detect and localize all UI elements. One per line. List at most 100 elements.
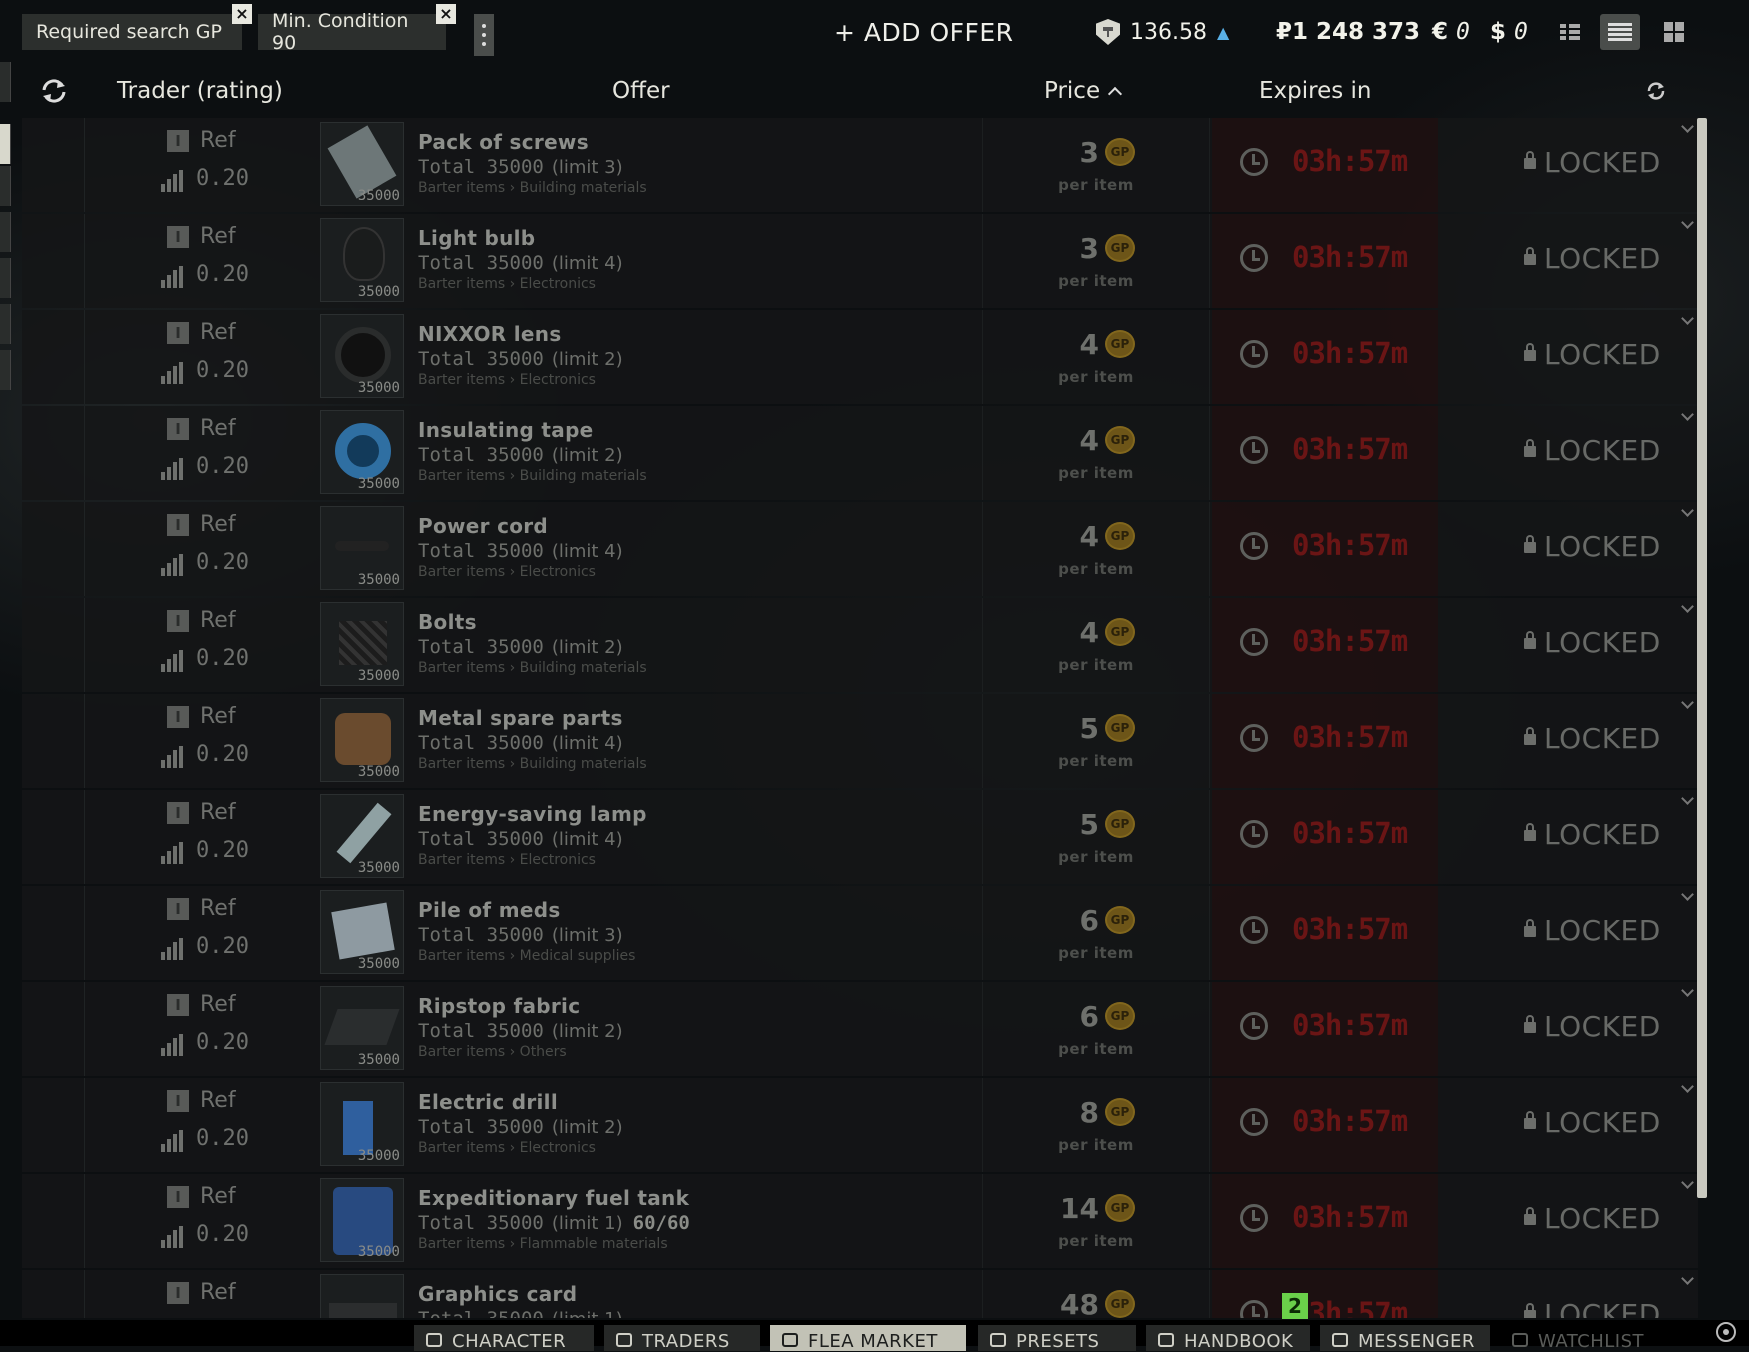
item-name[interactable]: Insulating tape	[418, 418, 594, 442]
offer-row[interactable]: I Ref 0.20 35000 Expeditionary fuel tank…	[22, 1174, 1698, 1268]
item-thumbnail[interactable]: 35000	[320, 314, 404, 398]
trader-name[interactable]: Ref	[200, 416, 236, 441]
purchase-cell[interactable]: LOCKED	[1442, 598, 1698, 692]
column-header-trader[interactable]: Trader (rating)	[117, 66, 283, 116]
offer-row[interactable]: I Ref 0.20 35000 Light bulb Total 35000 (…	[22, 214, 1698, 308]
purchase-cell[interactable]: LOCKED	[1442, 1174, 1698, 1268]
settings-icon[interactable]	[1716, 1322, 1736, 1342]
purchase-cell[interactable]: LOCKED	[1442, 1270, 1698, 1318]
list-view-button[interactable]	[1600, 14, 1640, 50]
chevron-down-icon[interactable]	[1680, 890, 1696, 904]
item-thumbnail[interactable]: 35000	[320, 602, 404, 686]
auto-refresh-icon[interactable]	[1644, 66, 1668, 116]
offer-row[interactable]: I Ref 0.20 35000 Pack of screws Total 35…	[22, 118, 1698, 212]
column-header-expires[interactable]: Expires in	[1259, 66, 1372, 116]
item-thumbnail[interactable]: 35000	[320, 794, 404, 878]
item-name[interactable]: Pile of meds	[418, 898, 561, 922]
trader-name[interactable]: Ref	[200, 224, 236, 249]
offer-row[interactable]: I Ref 0.20 35000 Insulating tape Total 3…	[22, 406, 1698, 500]
trader-name[interactable]: Ref	[200, 128, 236, 153]
item-thumbnail[interactable]: 35000	[320, 506, 404, 590]
item-thumbnail[interactable]: 35000	[320, 890, 404, 974]
item-name[interactable]: Power cord	[418, 514, 548, 538]
refresh-icon[interactable]	[40, 66, 68, 116]
nav-tab-watchlist[interactable]: WATCHLIST	[1500, 1325, 1700, 1352]
item-name[interactable]: Graphics card	[418, 1282, 577, 1306]
column-header-offer[interactable]: Offer	[612, 66, 670, 116]
purchase-cell[interactable]: LOCKED	[1442, 982, 1698, 1076]
small-list-view-button[interactable]	[1550, 14, 1590, 50]
purchase-cell[interactable]: LOCKED	[1442, 1078, 1698, 1172]
offer-row[interactable]: I Ref 0.20 35000 Energy-saving lamp Tota…	[22, 790, 1698, 884]
side-tab[interactable]	[0, 212, 11, 252]
purchase-cell[interactable]: LOCKED	[1442, 886, 1698, 980]
chevron-down-icon[interactable]	[1680, 122, 1696, 136]
offer-row[interactable]: I Ref 0.20 35000 Electric drill Total 35…	[22, 1078, 1698, 1172]
chevron-down-icon[interactable]	[1680, 506, 1696, 520]
item-thumbnail[interactable]: 35000	[320, 122, 404, 206]
offer-row[interactable]: I Ref 0.20 35000 Ripstop fabric Total 35…	[22, 982, 1698, 1076]
item-thumbnail[interactable]	[320, 1274, 404, 1318]
chevron-down-icon[interactable]	[1680, 602, 1696, 616]
trader-name[interactable]: Ref	[200, 992, 236, 1017]
chevron-down-icon[interactable]	[1680, 698, 1696, 712]
item-name[interactable]: Bolts	[418, 610, 477, 634]
trader-name[interactable]: Ref	[200, 1184, 236, 1209]
purchase-cell[interactable]: LOCKED	[1442, 790, 1698, 884]
chevron-down-icon[interactable]	[1680, 1274, 1696, 1288]
chevron-down-icon[interactable]	[1680, 986, 1696, 1000]
chevron-down-icon[interactable]	[1680, 1082, 1696, 1096]
offer-row[interactable]: I Ref 0.20 35000 Pile of meds Total 3500…	[22, 886, 1698, 980]
nav-tab-presets[interactable]: PRESETS	[978, 1325, 1136, 1352]
nav-tab-messenger[interactable]: MESSENGER	[1320, 1325, 1490, 1352]
item-name[interactable]: Energy-saving lamp	[418, 802, 647, 826]
item-name[interactable]: Expeditionary fuel tank	[418, 1186, 689, 1210]
side-tab[interactable]	[0, 258, 11, 298]
more-options-icon[interactable]	[474, 14, 494, 56]
item-thumbnail[interactable]: 35000	[320, 1082, 404, 1166]
trader-name[interactable]: Ref	[200, 320, 236, 345]
trader-name[interactable]: Ref	[200, 1280, 236, 1305]
nav-tab-character[interactable]: CHARACTER	[414, 1325, 594, 1352]
side-tab-selected[interactable]	[0, 124, 11, 164]
nav-tab-handbook[interactable]: HANDBOOK	[1146, 1325, 1310, 1352]
purchase-cell[interactable]: LOCKED	[1442, 118, 1698, 212]
trader-name[interactable]: Ref	[200, 608, 236, 633]
item-thumbnail[interactable]: 35000	[320, 986, 404, 1070]
item-name[interactable]: Ripstop fabric	[418, 994, 580, 1018]
trader-name[interactable]: Ref	[200, 512, 236, 537]
scrollbar[interactable]	[1697, 118, 1707, 1198]
offer-row[interactable]: I Ref 0.20 35000 Power cord Total 35000 (…	[22, 502, 1698, 596]
item-name[interactable]: Pack of screws	[418, 130, 589, 154]
item-thumbnail[interactable]: 35000	[320, 410, 404, 494]
side-tab[interactable]	[0, 166, 11, 206]
offer-row[interactable]: I Ref 0.20 35000 Metal spare parts Total…	[22, 694, 1698, 788]
purchase-cell[interactable]: LOCKED	[1442, 310, 1698, 404]
column-header-price[interactable]: Price	[1044, 66, 1123, 116]
item-thumbnail[interactable]: 35000	[320, 698, 404, 782]
chevron-down-icon[interactable]	[1680, 794, 1696, 808]
chevron-down-icon[interactable]	[1680, 314, 1696, 328]
trader-name[interactable]: Ref	[200, 800, 236, 825]
purchase-cell[interactable]: LOCKED	[1442, 406, 1698, 500]
trader-name[interactable]: Ref	[200, 704, 236, 729]
add-offer-button[interactable]: + ADD OFFER	[834, 14, 1014, 50]
nav-tab-traders[interactable]: TRADERS	[604, 1325, 760, 1352]
filter-chip-required-search[interactable]: Required search GP ×	[22, 4, 252, 50]
chevron-down-icon[interactable]	[1680, 410, 1696, 424]
nav-tab-flea-market[interactable]: FLEA MARKET	[770, 1325, 966, 1352]
close-icon[interactable]: ×	[232, 4, 252, 24]
grid-view-button[interactable]	[1654, 14, 1694, 50]
offer-row[interactable]: I Ref Graphics card Total 35000 (limit 1)…	[22, 1270, 1698, 1318]
item-name[interactable]: Light bulb	[418, 226, 535, 250]
trader-name[interactable]: Ref	[200, 1088, 236, 1113]
item-name[interactable]: Electric drill	[418, 1090, 558, 1114]
purchase-cell[interactable]: LOCKED	[1442, 502, 1698, 596]
chevron-down-icon[interactable]	[1680, 218, 1696, 232]
item-name[interactable]: Metal spare parts	[418, 706, 623, 730]
item-thumbnail[interactable]: 35000	[320, 218, 404, 302]
filter-chip-min-condition[interactable]: Min. Condition 90 ×	[258, 4, 456, 54]
offer-row[interactable]: I Ref 0.20 35000 NIXXOR lens Total 35000…	[22, 310, 1698, 404]
offer-row[interactable]: I Ref 0.20 35000 Bolts Total 35000 (limit…	[22, 598, 1698, 692]
side-tab[interactable]	[0, 350, 11, 390]
